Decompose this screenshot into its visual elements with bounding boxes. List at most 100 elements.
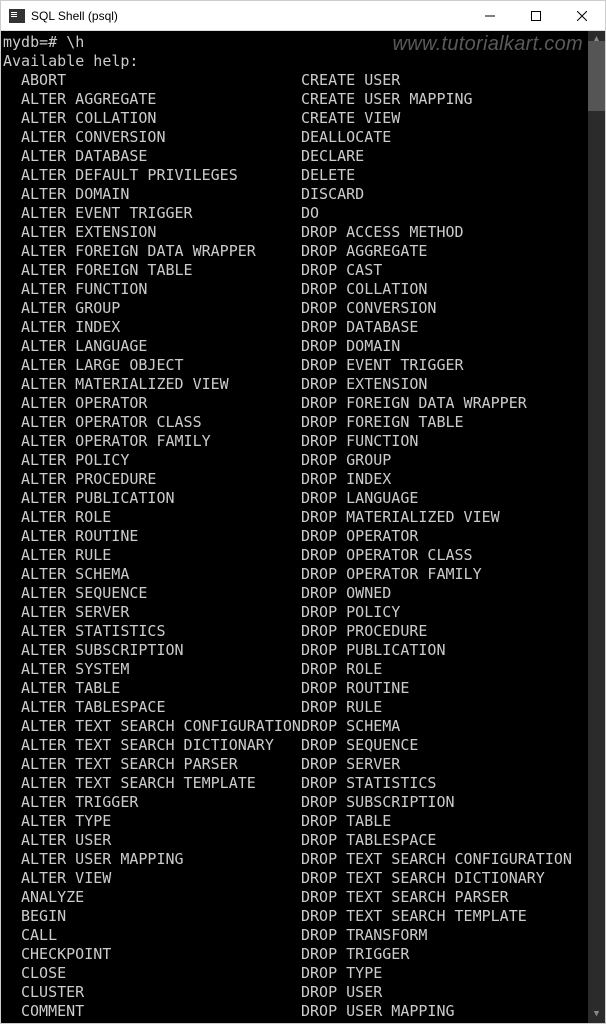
maximize-button[interactable] bbox=[513, 1, 559, 30]
help-item: COMMENT bbox=[21, 1002, 301, 1021]
help-item: ALTER DATABASE bbox=[21, 147, 301, 166]
help-column-2: CREATE USERCREATE USER MAPPINGCREATE VIE… bbox=[301, 71, 603, 1021]
help-item: ALTER USER MAPPING bbox=[21, 850, 301, 869]
help-item: DECLARE bbox=[301, 147, 603, 166]
scrollbar-thumb[interactable] bbox=[588, 41, 605, 111]
help-item: DROP TEXT SEARCH PARSER bbox=[301, 888, 603, 907]
help-item: DROP POLICY bbox=[301, 603, 603, 622]
help-item: ALTER FUNCTION bbox=[21, 280, 301, 299]
help-item: DROP ROUTINE bbox=[301, 679, 603, 698]
help-item: ALTER TEXT SEARCH DICTIONARY bbox=[21, 736, 301, 755]
help-item: ALTER TEXT SEARCH TEMPLATE bbox=[21, 774, 301, 793]
help-item: ALTER SUBSCRIPTION bbox=[21, 641, 301, 660]
help-item: DROP CONVERSION bbox=[301, 299, 603, 318]
help-item: DROP DOMAIN bbox=[301, 337, 603, 356]
help-item: ALTER TYPE bbox=[21, 812, 301, 831]
help-item: ALTER LANGUAGE bbox=[21, 337, 301, 356]
help-item: ALTER DOMAIN bbox=[21, 185, 301, 204]
help-item: ALTER AGGREGATE bbox=[21, 90, 301, 109]
help-item: DROP STATISTICS bbox=[301, 774, 603, 793]
help-item: CREATE VIEW bbox=[301, 109, 603, 128]
help-item: ALTER MATERIALIZED VIEW bbox=[21, 375, 301, 394]
help-item: DROP INDEX bbox=[301, 470, 603, 489]
help-item: ALTER INDEX bbox=[21, 318, 301, 337]
watermark-text: www.tutorialkart.com bbox=[393, 35, 584, 54]
help-item: DROP ROLE bbox=[301, 660, 603, 679]
help-item: DROP OPERATOR FAMILY bbox=[301, 565, 603, 584]
help-item: CHECKPOINT bbox=[21, 945, 301, 964]
help-item: ALTER OPERATOR FAMILY bbox=[21, 432, 301, 451]
help-item: DROP DATABASE bbox=[301, 318, 603, 337]
help-item: ALTER POLICY bbox=[21, 451, 301, 470]
help-item: ALTER TABLESPACE bbox=[21, 698, 301, 717]
help-item: DROP TRIGGER bbox=[301, 945, 603, 964]
help-item: CLUSTER bbox=[21, 983, 301, 1002]
close-button[interactable] bbox=[559, 1, 605, 30]
help-item: CREATE USER MAPPING bbox=[301, 90, 603, 109]
help-item: BEGIN bbox=[21, 907, 301, 926]
help-item: ALTER TEXT SEARCH CONFIGURATION bbox=[21, 717, 301, 736]
help-item: DROP PROCEDURE bbox=[301, 622, 603, 641]
help-item: DROP OWNED bbox=[301, 584, 603, 603]
help-item: CALL bbox=[21, 926, 301, 945]
help-item: ALTER SCHEMA bbox=[21, 565, 301, 584]
help-item: DROP SUBSCRIPTION bbox=[301, 793, 603, 812]
help-item: DROP OPERATOR CLASS bbox=[301, 546, 603, 565]
help-item: DROP LANGUAGE bbox=[301, 489, 603, 508]
help-item: ALTER DEFAULT PRIVILEGES bbox=[21, 166, 301, 185]
help-item: DROP TYPE bbox=[301, 964, 603, 983]
help-item: DELETE bbox=[301, 166, 603, 185]
terminal-icon bbox=[9, 9, 25, 23]
help-item: ALTER FOREIGN DATA WRAPPER bbox=[21, 242, 301, 261]
help-item: ALTER SEQUENCE bbox=[21, 584, 301, 603]
help-item: DROP TABLE bbox=[301, 812, 603, 831]
help-item: DROP USER bbox=[301, 983, 603, 1002]
help-item: DROP SERVER bbox=[301, 755, 603, 774]
help-column-1: ABORTALTER AGGREGATEALTER COLLATIONALTER… bbox=[21, 71, 301, 1021]
help-item: ALTER LARGE OBJECT bbox=[21, 356, 301, 375]
help-item: DROP SEQUENCE bbox=[301, 736, 603, 755]
help-item: ALTER STATISTICS bbox=[21, 622, 301, 641]
help-item: DROP EXTENSION bbox=[301, 375, 603, 394]
help-columns: ABORTALTER AGGREGATEALTER COLLATIONALTER… bbox=[3, 71, 603, 1021]
help-item: DROP USER MAPPING bbox=[301, 1002, 603, 1021]
help-item: ALTER SYSTEM bbox=[21, 660, 301, 679]
help-item: ALTER ROLE bbox=[21, 508, 301, 527]
help-item: CREATE USER bbox=[301, 71, 603, 90]
help-item: DROP TEXT SEARCH DICTIONARY bbox=[301, 869, 603, 888]
help-item: DO bbox=[301, 204, 603, 223]
help-item: ALTER FOREIGN TABLE bbox=[21, 261, 301, 280]
help-item: ALTER RULE bbox=[21, 546, 301, 565]
help-item: DROP CAST bbox=[301, 261, 603, 280]
help-item: ALTER PUBLICATION bbox=[21, 489, 301, 508]
help-item: ALTER EXTENSION bbox=[21, 223, 301, 242]
help-item: ALTER VIEW bbox=[21, 869, 301, 888]
help-item: ALTER TRIGGER bbox=[21, 793, 301, 812]
help-item: DROP OPERATOR bbox=[301, 527, 603, 546]
help-item: ALTER OPERATOR CLASS bbox=[21, 413, 301, 432]
help-item: DROP TABLESPACE bbox=[301, 831, 603, 850]
help-item: ABORT bbox=[21, 71, 301, 90]
help-item: DISCARD bbox=[301, 185, 603, 204]
help-item: DEALLOCATE bbox=[301, 128, 603, 147]
help-item: DROP TRANSFORM bbox=[301, 926, 603, 945]
help-item: DROP COLLATION bbox=[301, 280, 603, 299]
scrollbar-down-button[interactable]: ▼ bbox=[588, 1006, 605, 1023]
window-titlebar: SQL Shell (psql) bbox=[1, 1, 605, 31]
help-item: ALTER EVENT TRIGGER bbox=[21, 204, 301, 223]
help-item: DROP GROUP bbox=[301, 451, 603, 470]
help-item: DROP MATERIALIZED VIEW bbox=[301, 508, 603, 527]
minimize-button[interactable] bbox=[467, 1, 513, 30]
help-item: DROP RULE bbox=[301, 698, 603, 717]
help-item: DROP FOREIGN TABLE bbox=[301, 413, 603, 432]
help-item: CLOSE bbox=[21, 964, 301, 983]
help-item: DROP TEXT SEARCH TEMPLATE bbox=[301, 907, 603, 926]
help-item: ALTER ROUTINE bbox=[21, 527, 301, 546]
terminal-area[interactable]: www.tutorialkart.com mydb=# \h Available… bbox=[1, 31, 605, 1023]
help-item: DROP AGGREGATE bbox=[301, 242, 603, 261]
help-item: ALTER OPERATOR bbox=[21, 394, 301, 413]
vertical-scrollbar[interactable]: ▲ ▼ bbox=[588, 31, 605, 1023]
help-item: ALTER SERVER bbox=[21, 603, 301, 622]
help-item: ALTER PROCEDURE bbox=[21, 470, 301, 489]
help-item: DROP PUBLICATION bbox=[301, 641, 603, 660]
